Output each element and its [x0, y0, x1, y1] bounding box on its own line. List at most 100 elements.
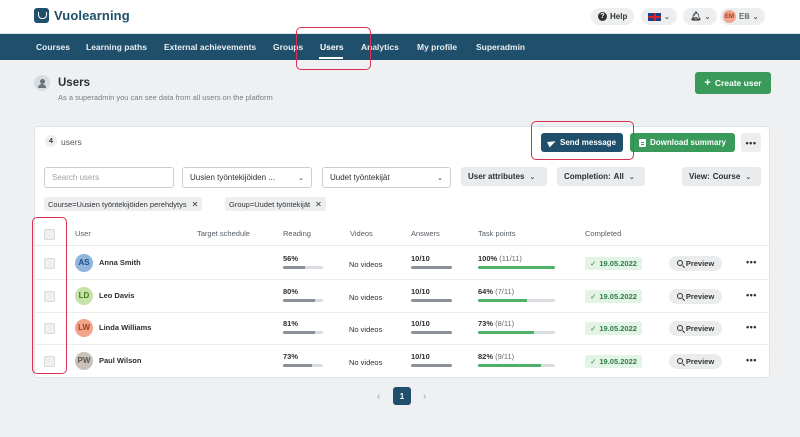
send-message-label: Send message [559, 138, 617, 147]
answers-value: 10/10 [411, 318, 430, 328]
user-name[interactable]: Paul Wilson [99, 356, 141, 365]
column-header-reading[interactable]: Reading [283, 229, 311, 238]
nav-groups[interactable]: Groups [273, 42, 303, 52]
close-icon[interactable]: ✕ [192, 200, 199, 209]
answers-value: 10/10 [411, 286, 430, 296]
group-select[interactable]: Uudet työntekijät ⌄ [322, 167, 451, 188]
more-options-button[interactable]: ••• [741, 133, 761, 152]
notifications-button[interactable]: 🔔︎ ⌄ [683, 8, 718, 25]
nav-analytics[interactable]: Analytics [361, 42, 399, 52]
chevron-down-icon: ⌄ [437, 174, 443, 182]
active-tab-indicator [319, 57, 343, 59]
completion-filter[interactable]: Completion: All ⌄ [557, 167, 645, 186]
filter-tag-group: Group=Uudet työntekijät ✕ [225, 197, 326, 211]
nav-superadmin[interactable]: Superadmin [476, 42, 525, 52]
answers-progress [411, 265, 452, 269]
completed-badge: ✓ 19.05.2022 [585, 256, 642, 270]
top-bar: Vuolearning ? Help ⌄ 🔔︎ ⌄ EM Elli ⌄ [0, 0, 800, 34]
next-page-button[interactable]: › [423, 391, 426, 402]
view-select[interactable]: View: Course ⌄ [682, 167, 761, 186]
users-card [34, 126, 770, 378]
preview-button[interactable]: Preview [669, 320, 722, 336]
column-header-completed[interactable]: Completed [585, 229, 621, 238]
videos-value: No videos [349, 324, 383, 334]
task-points-value: 100% (11/11) [478, 253, 522, 263]
row-checkbox[interactable] [44, 290, 55, 302]
row-more-button[interactable]: ••• [746, 290, 757, 300]
videos-value: No videos [349, 292, 383, 302]
chevron-down-icon: ⌄ [529, 173, 536, 181]
nav-learning-paths[interactable]: Learning paths [86, 42, 147, 52]
check-icon: ✓ [590, 291, 597, 301]
send-message-button[interactable]: Send message [541, 133, 623, 152]
search-icon [676, 293, 683, 299]
column-header-task-points[interactable]: Task points [478, 229, 516, 238]
search-icon [676, 260, 683, 266]
preview-button[interactable]: Preview [669, 255, 722, 271]
chevron-down-icon: ⌄ [664, 13, 670, 21]
row-more-button[interactable]: ••• [746, 257, 757, 267]
nav-my-profile[interactable]: My profile [417, 42, 457, 52]
column-header-answers[interactable]: Answers [411, 229, 440, 238]
row-checkbox[interactable] [44, 355, 55, 367]
download-summary-label: Download summary [649, 138, 726, 147]
view-label: View: [689, 172, 710, 181]
user-name[interactable]: Anna Smith [99, 258, 141, 267]
user-name[interactable]: Leo Davis [99, 291, 134, 300]
reading-value: 56% [283, 253, 299, 263]
completed-badge: ✓ 19.05.2022 [585, 321, 642, 335]
row-more-button[interactable]: ••• [746, 355, 757, 365]
filter-tag-label: Course=Uusien työntekijöiden perehdytys [48, 199, 187, 209]
column-header-videos[interactable]: Videos [350, 229, 373, 238]
row-checkbox[interactable] [44, 257, 55, 269]
create-user-button[interactable]: + Create user [695, 72, 771, 94]
task-points-progress [478, 363, 555, 367]
app-logo[interactable]: Vuolearning [34, 8, 130, 23]
user-avatar: EM [723, 10, 736, 23]
user-name[interactable]: Linda Williams [99, 323, 151, 332]
nav-courses[interactable]: Courses [36, 42, 70, 52]
nav-external-achievements[interactable]: External achievements [164, 42, 256, 52]
preview-button[interactable]: Preview [669, 288, 722, 304]
row-divider [35, 344, 769, 345]
avatar: LD [75, 286, 93, 305]
download-summary-button[interactable]: Download summary [630, 133, 735, 152]
column-header-user[interactable]: User [75, 229, 91, 238]
avatar: AS [75, 253, 93, 272]
check-icon: ✓ [590, 356, 597, 366]
completion-label: Completion: [564, 172, 611, 181]
view-value: Course [712, 172, 741, 181]
completion-value: All [613, 172, 624, 181]
row-checkbox[interactable] [44, 322, 55, 334]
help-button[interactable]: ? Help [591, 8, 635, 25]
videos-value: No videos [349, 357, 383, 367]
help-label: Help [610, 12, 628, 21]
language-select[interactable]: ⌄ [641, 8, 677, 25]
answers-value: 10/10 [411, 351, 430, 361]
task-points-progress [478, 265, 555, 269]
user-attributes-button[interactable]: User attributes ⌄ [461, 167, 547, 186]
chevron-down-icon: ⌄ [704, 13, 711, 21]
answers-value: 10/10 [411, 253, 430, 263]
question-icon: ? [598, 12, 607, 21]
search-icon [676, 325, 683, 331]
preview-button[interactable]: Preview [669, 353, 722, 369]
task-points-value: 64% (7/11) [478, 286, 515, 296]
reading-value: 81% [283, 318, 299, 328]
search-input[interactable]: Search users [44, 167, 174, 188]
task-points-value: 82% (9/11) [478, 351, 515, 361]
main-nav: Courses Learning paths External achievem… [0, 34, 800, 60]
close-icon[interactable]: ✕ [315, 200, 322, 209]
nav-users[interactable]: Users [320, 42, 344, 52]
user-menu[interactable]: EM Elli ⌄ [720, 8, 765, 25]
select-all-checkbox[interactable] [44, 229, 55, 240]
page-1-button[interactable]: 1 [393, 387, 411, 405]
row-more-button[interactable]: ••• [746, 322, 757, 332]
column-header-target-schedule[interactable]: Target schedule [197, 229, 250, 238]
previous-page-button[interactable]: ‹ [377, 391, 380, 402]
completed-badge: ✓ 19.05.2022 [585, 289, 642, 303]
chevron-down-icon: ⌄ [745, 173, 752, 181]
search-icon [676, 358, 683, 364]
filter-tag-course: Course=Uusien työntekijöiden perehdytys … [44, 197, 203, 211]
course-select[interactable]: Uusien työntekijöiden ... ⌄ [182, 167, 312, 188]
